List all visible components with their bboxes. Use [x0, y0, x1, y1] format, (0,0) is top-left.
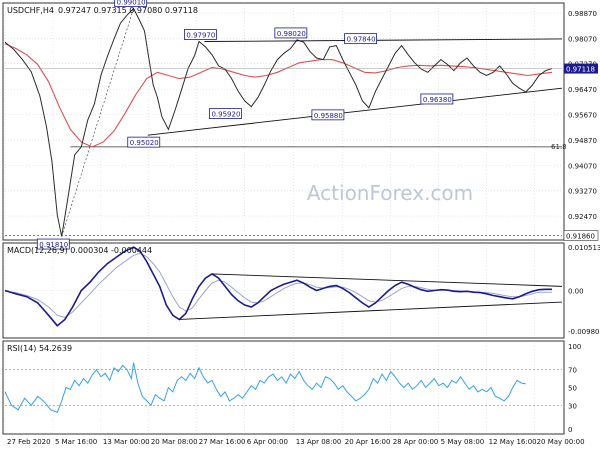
rsi-y-tick-label: 0: [568, 426, 572, 434]
price-annotation-label: 0.97970: [186, 32, 215, 40]
x-tick-label: 27 Mar 16:00: [199, 438, 246, 446]
chart-canvas: 0.990100.97970 0.980200.978400.959200.950…: [2, 0, 600, 446]
macd-trendline: [212, 273, 563, 287]
macd-y-tick-label: -0.009804: [568, 328, 600, 336]
x-tick-label: 27 Feb 2020: [7, 438, 51, 446]
price-annotation-label: 0.98020: [277, 30, 306, 38]
price-y-tick-label: 0.98870: [568, 10, 597, 18]
price-y-tick-label: 0.93270: [568, 188, 597, 196]
price-y-tick-label: 0.92470: [568, 213, 597, 221]
x-tick-label: 5 Mar 16:00: [55, 438, 97, 446]
price-y-tick-label: 0.98070: [568, 35, 597, 43]
price-annotation-label: 0.95020: [130, 139, 159, 147]
x-tick-label: 20 Mar 08:00: [151, 438, 198, 446]
price-annotation-label: 0.95880: [314, 112, 343, 120]
macd-panel-title: MACD(12,26,9) 0.000304 -0.000444: [7, 246, 152, 255]
price-y-tick-label: 0.94070: [568, 162, 597, 170]
rally-projection-line: [61, 8, 134, 237]
rsi-panel-title: RSI(14) 54.2639: [7, 344, 72, 353]
price-annotation-label: 0.96380: [423, 96, 452, 104]
rsi-layer: [4, 362, 526, 414]
macd-y-tick-label: 0.00: [568, 288, 584, 296]
x-tick-label: 13 Mar 00:00: [103, 438, 150, 446]
price-y-tick-label: 0.95670: [568, 112, 597, 120]
x-tick-label: 5 May 08:00: [441, 438, 485, 446]
rsi-y-tick-label: 100: [568, 343, 581, 351]
support-price-label: 0.91860: [566, 232, 595, 240]
macd-line: [4, 246, 552, 327]
macd-layer: [4, 246, 563, 327]
x-tick-label: 6 Apr 00:00: [247, 438, 288, 446]
x-tick-label: 28 Apr 00:00: [393, 438, 439, 446]
x-tick-label: 20 Apr 16:00: [345, 438, 391, 446]
price-y-tick-label: 0.94870: [568, 137, 597, 145]
x-tick-label: 20 May 00:00: [537, 438, 585, 446]
chart-stage: 0.99010 0.97970 0.98020 0.97840 0.95920 0.950…: [0, 0, 600, 450]
watermark: ActionForex.com: [307, 181, 473, 205]
rsi-line: [4, 362, 526, 414]
rsi-panel-frame: [2, 340, 565, 435]
x-tick-label: 12 May 16:00: [489, 438, 537, 446]
rsi-y-tick-label: 70: [568, 367, 577, 375]
rsi-y-tick-label: 30: [568, 402, 577, 410]
rsi-y-tick-label: 50: [568, 385, 577, 393]
x-tick-label: 13 Apr 08:00: [296, 438, 342, 446]
current-price-label: 0.97118: [566, 66, 595, 74]
price-panel-title: USDCHF,H4: [7, 6, 54, 15]
price-ohlc-header: 0.97247 0.97315 0.97080 0.97118: [58, 6, 198, 15]
fib-level-label: 61.8: [551, 143, 567, 151]
price-y-tick-label: 0.96470: [568, 86, 597, 94]
price-annotation-label: 0.95920: [211, 111, 240, 119]
price-trendline: [204, 38, 563, 42]
price-layer: 0.990100.97970 0.980200.978400.959200.950…: [4, 0, 563, 250]
price-annotation-label: 0.97840: [347, 36, 376, 44]
macd-y-tick-label: 0.010513: [568, 244, 600, 252]
macd-trendline: [179, 301, 563, 320]
